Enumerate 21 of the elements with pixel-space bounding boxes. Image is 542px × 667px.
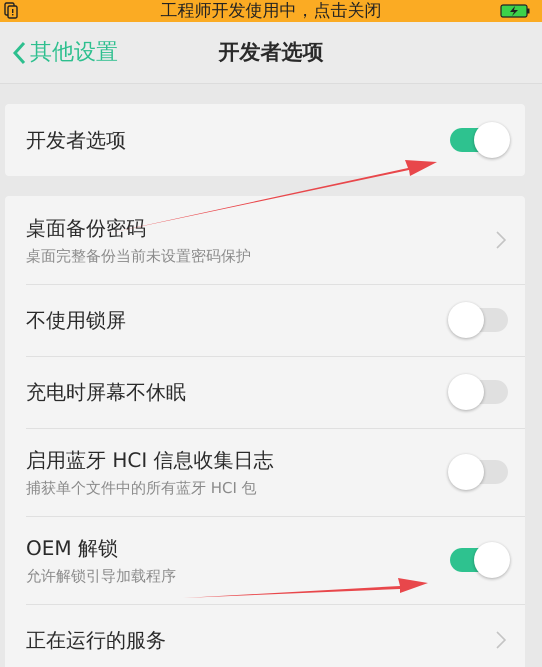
setting-title: 桌面备份密码: [26, 214, 147, 242]
battery-icon: [500, 4, 530, 18]
setting-title: 开发者选项: [26, 127, 127, 154]
setting-title: 正在运行的服务: [26, 627, 167, 654]
setting-title: 充电时屏幕不休眠: [26, 379, 187, 406]
setting-title: 不使用锁屏: [26, 307, 127, 334]
setting-description: 允许解锁引导加载程序: [26, 566, 177, 587]
toggle-switch[interactable]: [448, 454, 510, 490]
setting-description: 捕获单个文件中的所有蓝牙 HCI 包: [26, 478, 258, 499]
toggle-switch[interactable]: [448, 302, 510, 338]
chevron-right-icon[interactable]: [496, 631, 506, 649]
developer-mode-banner[interactable]: 工程师开发使用中，点击关闭: [0, 0, 542, 22]
back-icon: [12, 40, 26, 64]
page-title: 开发者选项: [218, 38, 324, 66]
setting-title: 启用蓝牙 HCI 信息收集日志: [26, 446, 275, 474]
chevron-right-icon[interactable]: [496, 231, 506, 249]
setting-title: OEM 解锁: [26, 534, 119, 562]
toggle-switch[interactable]: [448, 542, 510, 578]
toggle-switch[interactable]: [448, 374, 510, 410]
toggle-switch[interactable]: [448, 122, 510, 158]
setting-description: 桌面完整备份当前未设置密码保护: [26, 246, 252, 267]
